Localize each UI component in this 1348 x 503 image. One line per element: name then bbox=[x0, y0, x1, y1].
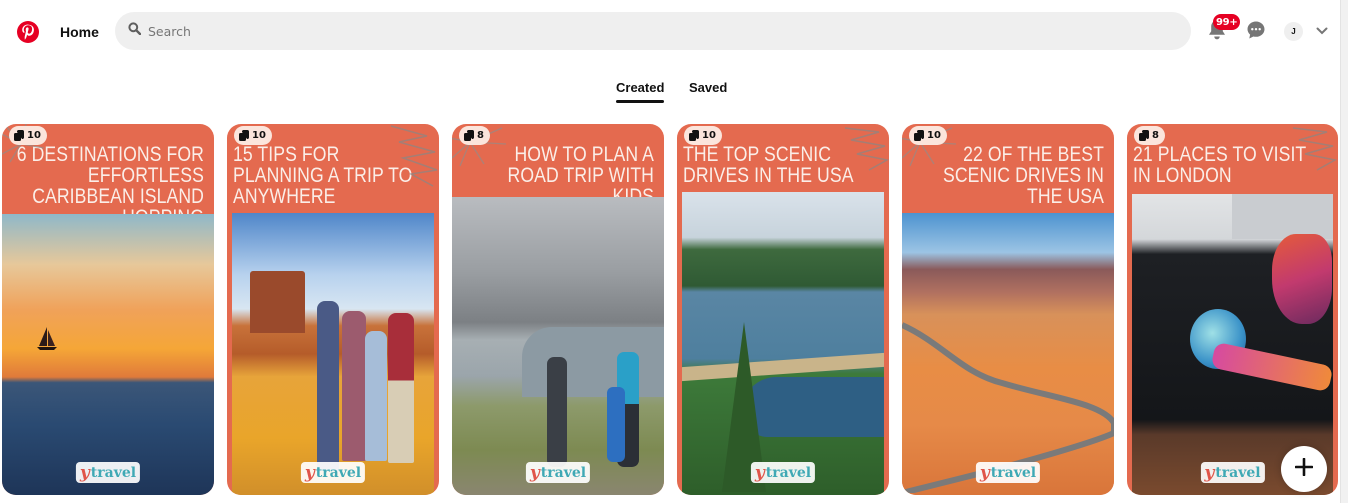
ytravel-logo: y travel bbox=[75, 462, 141, 483]
brand-initial: y bbox=[529, 462, 540, 483]
ytravel-logo: y travel bbox=[750, 462, 816, 483]
multi-image-icon bbox=[14, 130, 24, 141]
create-pin-button[interactable] bbox=[1281, 446, 1327, 492]
top-nav-bar: Home 99+ J bbox=[0, 0, 1340, 64]
person bbox=[317, 301, 339, 471]
pin-count: 10 bbox=[702, 130, 716, 141]
mural-face bbox=[1272, 234, 1332, 324]
search-icon bbox=[128, 22, 142, 40]
pin-photo-sunset-sailboat bbox=[2, 214, 214, 495]
ytravel-logo: y travel bbox=[1200, 462, 1265, 483]
tab-saved[interactable]: Saved bbox=[689, 78, 727, 103]
butte-rock bbox=[250, 271, 305, 333]
building-top bbox=[1232, 194, 1333, 239]
sunburst-decoration-icon bbox=[844, 127, 889, 171]
pin-count-badge: 8 bbox=[1134, 126, 1165, 145]
pin-count: 10 bbox=[27, 130, 41, 141]
sunburst-decoration-icon bbox=[1292, 127, 1338, 171]
brand-name: travel bbox=[315, 464, 362, 481]
hiker bbox=[607, 387, 625, 462]
ytravel-logo: y travel bbox=[300, 462, 366, 483]
tab-created[interactable]: Created bbox=[616, 78, 665, 103]
pin-card[interactable]: 10 15 Tips for Planning a Trip to Anywhe… bbox=[227, 124, 439, 495]
pin-photo-family-monument-valley bbox=[232, 213, 434, 495]
multi-image-icon bbox=[914, 130, 924, 141]
person bbox=[365, 331, 387, 461]
home-nav-link[interactable]: Home bbox=[48, 13, 111, 51]
pin-count: 10 bbox=[252, 130, 266, 141]
brand-name: travel bbox=[540, 464, 587, 481]
person bbox=[342, 311, 366, 461]
brand-name: travel bbox=[765, 464, 812, 481]
pin-count-badge: 8 bbox=[459, 126, 490, 145]
pin-count-badge: 10 bbox=[9, 126, 47, 145]
sailboat-icon bbox=[37, 327, 57, 350]
tab-created-label: Created bbox=[616, 80, 665, 95]
pin-card[interactable]: 8 21 Places to Visit in London y travel bbox=[1127, 124, 1338, 495]
search-input[interactable] bbox=[148, 23, 1148, 39]
search-bar[interactable] bbox=[115, 12, 1191, 50]
pinterest-logo-icon[interactable] bbox=[17, 21, 39, 43]
brand-name: travel bbox=[990, 464, 1037, 481]
user-avatar[interactable]: J bbox=[1284, 22, 1303, 41]
lake bbox=[522, 327, 664, 397]
notifications-count-badge: 99+ bbox=[1213, 14, 1241, 30]
multi-image-icon bbox=[1139, 130, 1149, 141]
hiker bbox=[547, 357, 567, 467]
ytravel-logo: y travel bbox=[525, 462, 591, 483]
active-tab-indicator bbox=[616, 100, 665, 103]
pin-photo-river-gorge bbox=[682, 192, 884, 495]
account-menu-button[interactable] bbox=[1313, 22, 1331, 40]
brand-name: travel bbox=[90, 464, 137, 481]
pin-grid: 10 6 Destinations for Effortless Caribbe… bbox=[0, 124, 1340, 503]
brand-initial: y bbox=[754, 462, 765, 483]
pin-count: 10 bbox=[927, 130, 941, 141]
pin-card[interactable]: 10 22 of the Best Scenic Drives in the U… bbox=[902, 124, 1114, 495]
brand-initial: y bbox=[304, 462, 315, 483]
pin-photo-desert-road bbox=[902, 213, 1114, 495]
multi-image-icon bbox=[689, 130, 699, 141]
pin-count: 8 bbox=[477, 130, 484, 141]
multi-image-icon bbox=[464, 130, 474, 141]
multi-image-icon bbox=[239, 130, 249, 141]
brand-initial: y bbox=[1204, 462, 1215, 483]
sunburst-decoration-icon bbox=[390, 125, 438, 187]
pin-card[interactable]: 10 6 Destinations for Effortless Caribbe… bbox=[2, 124, 214, 495]
brand-initial: y bbox=[79, 462, 90, 483]
mural-hand bbox=[1210, 341, 1334, 393]
pin-count-badge: 10 bbox=[909, 126, 947, 145]
page-scrollbar[interactable] bbox=[1340, 0, 1348, 503]
pin-count-badge: 10 bbox=[234, 126, 272, 145]
brand-initial: y bbox=[979, 462, 990, 483]
pin-card[interactable]: 10 The Top Scenic Drives in the USA y tra… bbox=[677, 124, 889, 495]
pin-count-badge: 10 bbox=[684, 126, 722, 145]
chat-bubble-icon bbox=[1246, 20, 1266, 45]
pin-count: 8 bbox=[1152, 130, 1159, 141]
person bbox=[388, 313, 414, 463]
messages-button[interactable] bbox=[1243, 18, 1269, 46]
brand-name: travel bbox=[1215, 464, 1261, 481]
plus-icon bbox=[1294, 457, 1314, 481]
chevron-down-icon bbox=[1316, 22, 1328, 40]
ytravel-logo: y travel bbox=[975, 462, 1041, 483]
pin-card[interactable]: 8 How to Plan a Road Trip with Kids y tra… bbox=[452, 124, 664, 495]
tab-saved-label: Saved bbox=[689, 80, 728, 95]
pin-photo-family-hiking-lake bbox=[452, 197, 664, 495]
